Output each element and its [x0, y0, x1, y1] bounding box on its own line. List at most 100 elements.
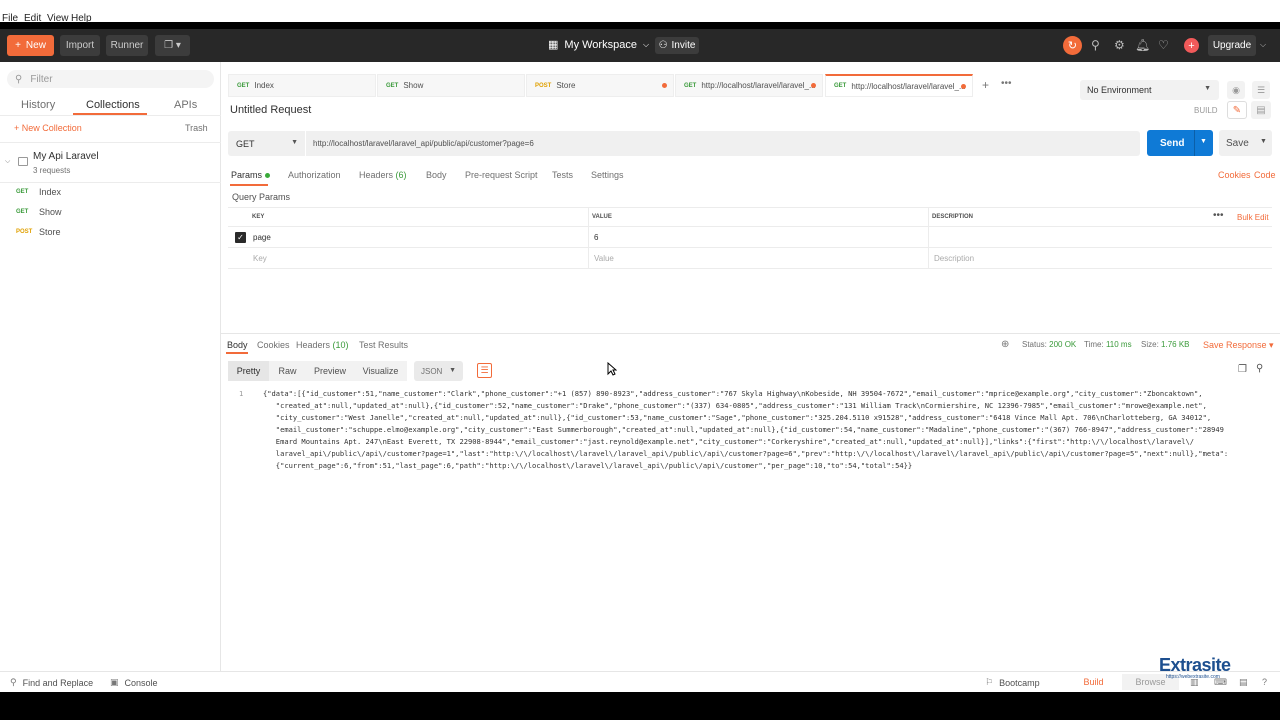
layout-icon[interactable]: ▤ [1239, 677, 1248, 688]
workspace-selector[interactable]: ▦ My Workspace ⌵ [548, 38, 650, 52]
method-select[interactable]: GET ▼ [228, 131, 305, 156]
sidebar-request-show[interactable]: GET Show [16, 207, 62, 217]
invite-button[interactable]: ⚇ Invite [655, 37, 699, 54]
menu-help[interactable]: Help [71, 14, 92, 24]
menu-view[interactable]: View [47, 14, 69, 24]
tab-headers[interactable]: Headers (6) [359, 170, 407, 180]
response-tab-cookies[interactable]: Cookies [257, 340, 290, 350]
raw-button[interactable]: Raw [269, 361, 306, 381]
sync-icon[interactable]: ↻ [1063, 36, 1082, 55]
console-button[interactable]: ▣ Console [110, 677, 158, 688]
request-tab-store[interactable]: POST Store [526, 74, 674, 97]
satellite-icon[interactable]: ⚲ [1091, 39, 1100, 51]
runner-button[interactable]: Runner [106, 35, 148, 56]
request-tab-index[interactable]: GET Index [228, 74, 376, 97]
save-button[interactable]: Save ▼ [1219, 130, 1272, 156]
description-field[interactable]: Description [934, 248, 974, 268]
code-line: "created_at":null,"updated_at":null},{"i… [263, 401, 1207, 410]
menu-edit[interactable]: Edit [24, 14, 41, 24]
help-icon[interactable]: ? [1262, 677, 1267, 687]
find-replace-button[interactable]: ⚲ Find and Replace [10, 677, 93, 688]
save-response-button[interactable]: Save Response ▾ [1203, 340, 1274, 351]
new-collection-button[interactable]: + New Collection [14, 123, 82, 133]
pretty-button[interactable]: Pretty [228, 361, 269, 381]
console-icon: ▣ [110, 677, 119, 687]
bell-icon[interactable]: 🔔︎ [1135, 39, 1150, 51]
tab-pre-request-script[interactable]: Pre-request Script [465, 170, 538, 180]
new-window-button[interactable]: ❐ ▾ [155, 35, 190, 56]
search-icon[interactable]: ⚲ [1256, 363, 1263, 374]
request-tab-show[interactable]: GET Show [377, 74, 525, 97]
tab-tests[interactable]: Tests [552, 170, 573, 180]
document-icon[interactable]: ▤ [1251, 101, 1271, 119]
heart-icon[interactable]: ♡ [1158, 39, 1169, 51]
pencil-icon[interactable]: ✎ [1227, 101, 1247, 119]
tab-settings[interactable]: Settings [591, 170, 624, 180]
eye-icon[interactable]: ◉ [1227, 81, 1245, 99]
response-tab-test-results[interactable]: Test Results [359, 340, 408, 350]
new-button[interactable]: + New [7, 35, 54, 56]
preview-button[interactable]: Preview [306, 361, 354, 381]
add-tab-icon[interactable]: + [982, 78, 989, 92]
watermark-logo: Extrasite [1159, 655, 1231, 675]
chevron-down-icon: ▼ [449, 367, 456, 374]
more-tabs-icon[interactable]: ••• [1001, 78, 1012, 89]
checkbox-checked[interactable]: ✓ [235, 232, 246, 243]
filter-input[interactable]: ⚲ Filter [7, 70, 214, 88]
tab-authorization[interactable]: Authorization [288, 170, 341, 180]
code-link[interactable]: Code [1254, 170, 1276, 180]
column-divider [928, 207, 929, 269]
settings-sliders-icon[interactable]: ☰ [1252, 81, 1270, 99]
key-field[interactable]: Key [253, 248, 267, 268]
gear-icon[interactable]: ⚙ [1114, 39, 1125, 51]
tab-body[interactable]: Body [426, 170, 447, 180]
tab-params[interactable]: Params [231, 170, 271, 180]
chevron-down-icon[interactable]: ▼ [1260, 138, 1267, 145]
table-row-empty: Key Value Description [228, 248, 1272, 269]
trash-button[interactable]: Trash [185, 123, 208, 133]
visualize-button[interactable]: Visualize [354, 361, 407, 381]
collection-name[interactable]: My Api Laravel [33, 151, 99, 162]
chevron-down-icon[interactable]: ⌵ [1260, 39, 1266, 51]
chevron-down-icon: ⌵ [642, 39, 650, 49]
sidebar-request-store[interactable]: POST Store [16, 227, 61, 237]
menu-file[interactable]: File [2, 14, 18, 24]
unsaved-dot [811, 83, 816, 88]
copy-icon[interactable]: ❐ [1238, 364, 1247, 375]
cookies-link[interactable]: Cookies [1218, 170, 1251, 180]
tab-history[interactable]: History [21, 99, 55, 111]
collapse-chevron-icon[interactable]: ⌵ [5, 158, 10, 166]
active-dot [265, 173, 271, 179]
chevron-down-icon[interactable]: ▼ [1200, 138, 1207, 145]
sidebar-request-index[interactable]: GET Index [16, 187, 61, 197]
active-tab-indicator [226, 352, 248, 354]
build-toggle[interactable]: Build [1065, 674, 1122, 690]
globe-icon[interactable]: ⊕ [1001, 339, 1009, 350]
plus-icon: + [15, 40, 21, 51]
request-tab-url-2[interactable]: GET http://localhost/laravel/laravel_... [825, 74, 973, 97]
value-field[interactable]: Value [594, 248, 614, 268]
wrap-lines-icon[interactable]: ☰ [477, 363, 492, 378]
bootcamp-icon: ⚐ [985, 677, 994, 687]
response-tab-headers[interactable]: Headers (10) [296, 340, 349, 350]
import-button[interactable]: Import [60, 35, 100, 56]
environment-select[interactable]: No Environment ▼ [1080, 80, 1219, 100]
more-options-icon[interactable]: ••• [1213, 210, 1224, 221]
upgrade-button[interactable]: Upgrade [1208, 35, 1256, 56]
param-value[interactable]: 6 [594, 227, 598, 247]
url-input[interactable]: http://localhost/laravel/laravel_api/pub… [306, 131, 1140, 156]
user-plus-icon[interactable]: + [1184, 38, 1199, 53]
send-button[interactable]: Send ▼ [1147, 130, 1213, 156]
bulk-edit-link[interactable]: Bulk Edit [1237, 213, 1269, 222]
format-select[interactable]: JSON ▼ [414, 361, 463, 381]
request-tab-url-1[interactable]: GET http://localhost/laravel/laravel_... [675, 74, 823, 97]
bootcamp-button[interactable]: ⚐ Bootcamp [985, 677, 1040, 688]
param-key[interactable]: page [253, 227, 271, 247]
tab-collections[interactable]: Collections [86, 99, 140, 111]
divider [221, 333, 1280, 334]
collection-count: 3 requests [33, 166, 71, 175]
code-line: "email_customer":"schuppe.elmo@example.o… [263, 425, 1224, 434]
request-title[interactable]: Untitled Request [230, 104, 311, 116]
tab-apis[interactable]: APIs [174, 99, 197, 111]
response-tab-body[interactable]: Body [227, 340, 248, 350]
